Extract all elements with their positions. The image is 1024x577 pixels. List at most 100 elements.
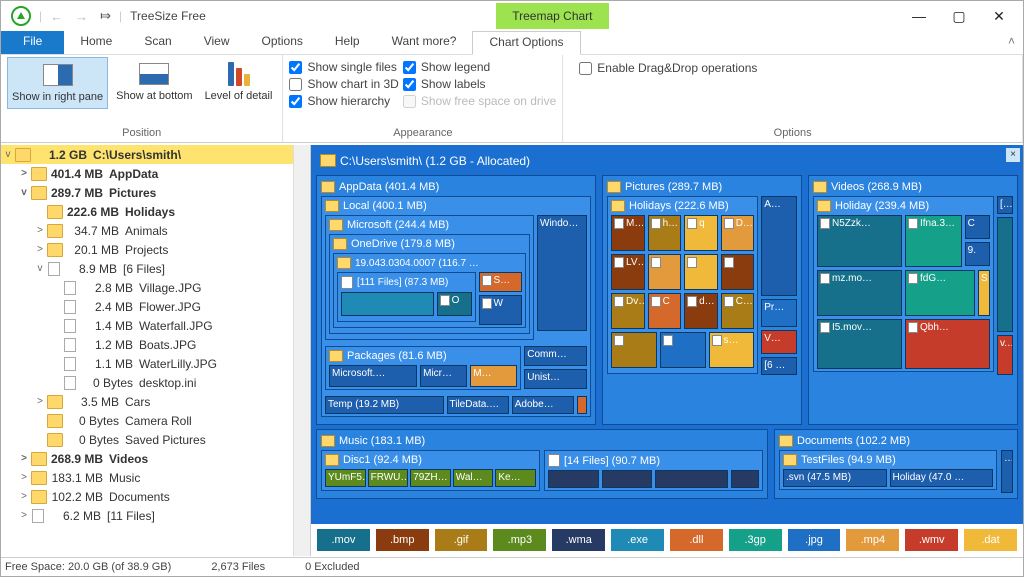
tree-scrollbar[interactable] — [293, 145, 310, 556]
treemap-tile[interactable] — [721, 254, 755, 290]
treemap-tile[interactable]: YUmF5… — [325, 469, 366, 487]
file-icon — [32, 509, 44, 523]
tree-row[interactable]: 0 Bytesdesktop.ini — [1, 373, 293, 392]
treemap-tile[interactable]: M… — [611, 215, 645, 251]
folder-icon — [31, 471, 47, 485]
tree-row[interactable]: v8.9 MB[6 Files] — [1, 259, 293, 278]
nav-back-icon[interactable]: ← — [44, 9, 69, 24]
block-videos[interactable]: Videos (268.9 MB) Holiday (239.4 MB) N5Z… — [808, 175, 1018, 425]
menu-help[interactable]: Help — [319, 31, 376, 54]
file-menu[interactable]: File — [1, 31, 64, 54]
treemap-tile[interactable]: d… — [684, 293, 718, 329]
block-documents[interactable]: Documents (102.2 MB) TestFiles (94.9 MB)… — [774, 429, 1018, 499]
legend-wma[interactable]: .wma — [552, 529, 605, 551]
tree-row[interactable]: 2.4 MBFlower.JPG — [1, 297, 293, 316]
folder-icon — [47, 433, 63, 447]
nav-dropdown-icon[interactable]: ⤇ — [94, 8, 117, 24]
level-of-detail-button[interactable]: Level of detail — [201, 57, 277, 107]
legend-jpg[interactable]: .jpg — [788, 529, 841, 551]
bottom-pane-icon — [139, 63, 169, 85]
show-at-bottom-button[interactable]: Show at bottom — [112, 57, 196, 107]
extension-legend: .mov .bmp .gif.mp3 .wma .exe .dll .3gp .jpg.mp4… — [311, 522, 1023, 556]
legend-gif[interactable]: .gif — [435, 529, 488, 551]
treemap-tile[interactable]: h… — [648, 215, 682, 251]
tab-chart-options[interactable]: Chart Options — [472, 31, 580, 55]
menu-home[interactable]: Home — [64, 31, 128, 54]
folder-icon — [320, 154, 336, 167]
maximize-button[interactable]: ▢ — [939, 2, 979, 31]
show-chart-3d-checkbox[interactable]: Show chart in 3D — [289, 77, 398, 91]
tree-row[interactable]: >3.5 MBCars — [1, 392, 293, 411]
tree-row[interactable]: 0 BytesSaved Pictures — [1, 430, 293, 449]
folder-icon — [31, 490, 47, 504]
tree-row[interactable]: 222.6 MBHolidays — [1, 202, 293, 221]
legend-3gp[interactable]: .3gp — [729, 529, 782, 551]
ribbon-group-appearance: Show single files Show chart in 3D Show … — [283, 55, 563, 142]
enable-dragdrop-checkbox[interactable]: Enable Drag&Drop operations — [579, 61, 757, 75]
tree-row[interactable]: 1.2 MBBoats.JPG — [1, 335, 293, 354]
status-file-count: 2,673 Files — [211, 561, 305, 573]
treemap-tile[interactable] — [684, 254, 718, 290]
collapse-ribbon-icon[interactable]: ˄ — [1000, 31, 1023, 54]
menu-options[interactable]: Options — [246, 31, 319, 54]
tree-row[interactable]: >102.2 MBDocuments — [1, 487, 293, 506]
tree-row[interactable]: v289.7 MBPictures — [1, 183, 293, 202]
menu-want-more-[interactable]: Want more? — [376, 31, 473, 54]
show-legend-checkbox[interactable]: Show legend — [403, 60, 556, 74]
folder-icon — [47, 224, 63, 238]
tree-row[interactable]: >6.2 MB[11 Files] — [1, 506, 293, 525]
treemap-tile[interactable]: Wal… — [453, 469, 494, 487]
treemap-pane[interactable]: × C:\Users\smith\ (1.2 GB - Allocated) A… — [311, 145, 1023, 556]
show-hierarchy-checkbox[interactable]: Show hierarchy — [289, 94, 398, 108]
menu-view[interactable]: View — [188, 31, 246, 54]
treemap-close-icon[interactable]: × — [1006, 148, 1020, 162]
treemap-tile[interactable]: Ke… — [495, 469, 536, 487]
treemap-tile[interactable]: C — [648, 293, 682, 329]
tree-row[interactable]: 1.4 MBWaterfall.JPG — [1, 316, 293, 335]
show-right-pane-button[interactable]: Show in right pane — [7, 57, 108, 109]
tree-row[interactable]: 1.1 MBWaterLilly.JPG — [1, 354, 293, 373]
treemap-tile[interactable]: s… — [709, 332, 755, 368]
legend-wmv[interactable]: .wmv — [905, 529, 958, 551]
nav-forward-icon[interactable]: → — [69, 9, 94, 24]
legend-bmp[interactable]: .bmp — [376, 529, 429, 551]
treemap-tile[interactable] — [611, 332, 657, 368]
contextual-tab[interactable]: Treemap Chart — [496, 3, 608, 29]
treemap-tile[interactable] — [660, 332, 706, 368]
minimize-button[interactable]: — — [899, 2, 939, 30]
show-single-files-checkbox[interactable]: Show single files — [289, 60, 398, 74]
tree-row[interactable]: 2.8 MBVillage.JPG — [1, 278, 293, 297]
tree-row[interactable]: >20.1 MBProjects — [1, 240, 293, 259]
block-pictures[interactable]: Pictures (289.7 MB) Holidays (222.6 MB) … — [602, 175, 802, 425]
tree-row[interactable]: >401.4 MBAppData — [1, 164, 293, 183]
legend-dat[interactable]: .dat — [964, 529, 1017, 551]
status-free-space: Free Space: 20.0 GB (of 38.9 GB) — [5, 561, 211, 573]
legend-mp4[interactable]: .mp4 — [846, 529, 899, 551]
treemap-tile[interactable]: FRWU… — [368, 469, 409, 487]
tree-row[interactable]: >34.7 MBAnimals — [1, 221, 293, 240]
legend-mp3[interactable]: .mp3 — [493, 529, 546, 551]
treemap-tile[interactable]: Dv… — [611, 293, 645, 329]
tree-root[interactable]: v 1.2 GB C:\Users\smith\ — [1, 145, 293, 164]
tree-row[interactable]: >268.9 MBVideos — [1, 449, 293, 468]
folder-icon — [47, 205, 63, 219]
block-music[interactable]: Music (183.1 MB) Disc1 (92.4 MB) YUmF5…F… — [316, 429, 768, 499]
treemap-tile[interactable]: C… — [721, 293, 755, 329]
treemap-tile[interactable]: LV… — [611, 254, 645, 290]
treemap-tile[interactable]: 79ZH… — [410, 469, 451, 487]
tree-row[interactable]: 0 BytesCamera Roll — [1, 411, 293, 430]
treemap-tile[interactable] — [648, 254, 682, 290]
legend-dll[interactable]: .dll — [670, 529, 723, 551]
treemap-tile[interactable]: D… — [721, 215, 755, 251]
close-button[interactable]: ✕ — [979, 2, 1019, 31]
treemap-path[interactable]: C:\Users\smith\ (1.2 GB - Allocated) — [316, 150, 1018, 171]
show-labels-checkbox[interactable]: Show labels — [403, 77, 556, 91]
legend-mov[interactable]: .mov — [317, 529, 370, 551]
file-icon — [64, 300, 76, 314]
tree-row[interactable]: >183.1 MBMusic — [1, 468, 293, 487]
block-appdata[interactable]: AppData (401.4 MB) Local (400.1 MB) Micr… — [316, 175, 596, 425]
menu-scan[interactable]: Scan — [128, 31, 187, 54]
treemap-tile[interactable]: q — [684, 215, 718, 251]
legend-exe[interactable]: .exe — [611, 529, 664, 551]
tree-pane[interactable]: v 1.2 GB C:\Users\smith\ >401.4 MBAppDat… — [1, 145, 311, 556]
